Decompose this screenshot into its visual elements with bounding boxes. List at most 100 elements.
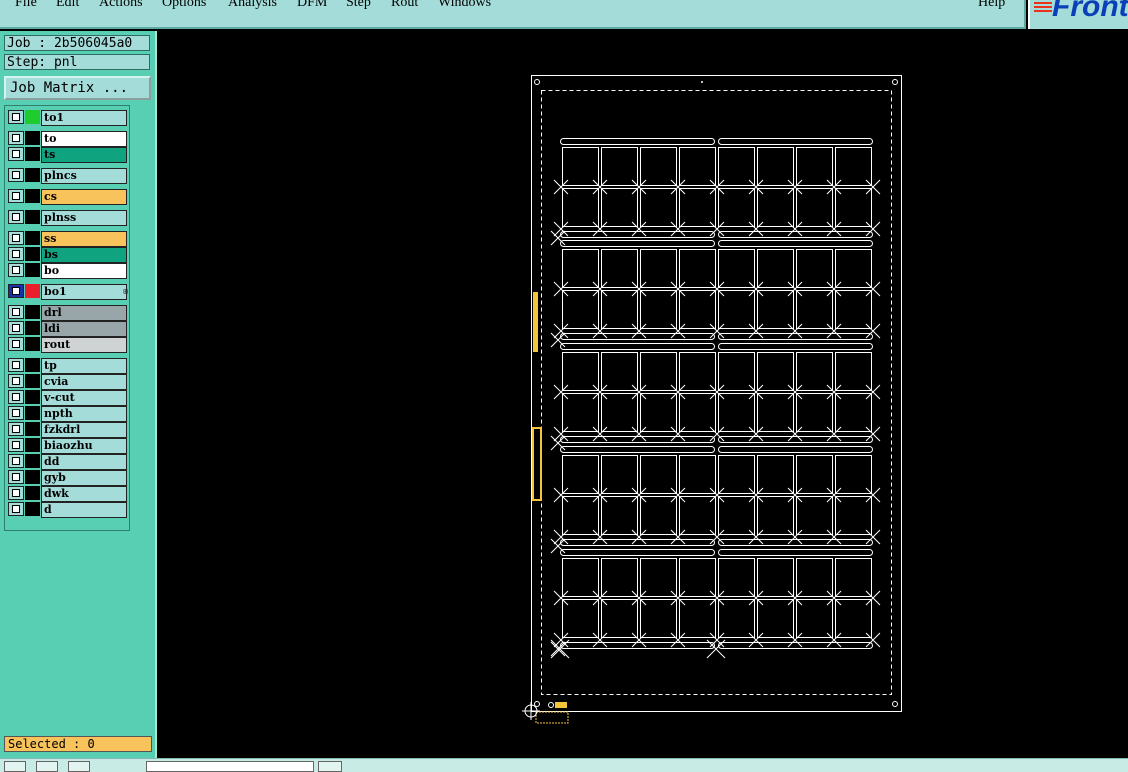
- layer-color-swatch[interactable]: [25, 168, 40, 182]
- layer-checkbox[interactable]: [8, 390, 24, 404]
- menu-edit[interactable]: Edit: [56, 0, 79, 11]
- layer-checkbox[interactable]: [8, 374, 24, 388]
- layer-checkbox[interactable]: [8, 284, 24, 298]
- layer-color-swatch[interactable]: [25, 337, 40, 351]
- layer-row-v-cut[interactable]: v-cut: [7, 390, 127, 406]
- layer-color-swatch[interactable]: [25, 231, 40, 245]
- layer-checkbox[interactable]: [8, 422, 24, 436]
- layer-name[interactable]: plnss: [41, 210, 127, 226]
- layer-color-swatch[interactable]: [25, 321, 40, 335]
- layer-checkbox[interactable]: [8, 131, 24, 145]
- layer-name[interactable]: v-cut: [41, 390, 127, 406]
- layer-color-swatch[interactable]: [25, 390, 40, 404]
- menu-help[interactable]: Help: [978, 0, 1005, 11]
- save-icon[interactable]: [4, 761, 26, 772]
- layer-name[interactable]: tp: [41, 358, 127, 374]
- layer-row-cs[interactable]: cs: [7, 189, 127, 205]
- layer-checkbox[interactable]: [8, 454, 24, 468]
- layer-row-bo[interactable]: bo: [7, 263, 127, 279]
- layer-checkbox[interactable]: [8, 110, 24, 124]
- layer-color-swatch[interactable]: [25, 422, 40, 436]
- menu-analysis[interactable]: Analysis: [228, 0, 277, 11]
- layer-name[interactable]: npth: [41, 406, 127, 422]
- menu-step[interactable]: Step: [346, 0, 371, 11]
- layer-checkbox[interactable]: [8, 502, 24, 516]
- toggle-button[interactable]: [318, 761, 342, 772]
- layer-row-to1[interactable]: to1: [7, 110, 127, 126]
- layer-row-npth[interactable]: npth: [7, 406, 127, 422]
- layer-row-to[interactable]: to: [7, 131, 127, 147]
- layer-name[interactable]: fzkdrl: [41, 422, 127, 438]
- layer-color-swatch[interactable]: [25, 189, 40, 203]
- layer-name[interactable]: biaozhu: [41, 438, 127, 454]
- layer-name[interactable]: gyb: [41, 470, 127, 486]
- layer-row-rout[interactable]: rout: [7, 337, 127, 353]
- layer-checkbox[interactable]: [8, 486, 24, 500]
- redo-icon[interactable]: [68, 761, 90, 772]
- layer-name[interactable]: bo1: [41, 284, 127, 300]
- layer-checkbox[interactable]: [8, 263, 24, 277]
- layer-color-swatch[interactable]: [25, 147, 40, 161]
- layer-name[interactable]: dd: [41, 454, 127, 470]
- layer-name[interactable]: ts: [41, 147, 127, 163]
- layer-row-ts[interactable]: ts: [7, 147, 127, 163]
- layer-color-swatch[interactable]: [25, 263, 40, 277]
- layer-name[interactable]: bo: [41, 263, 127, 279]
- layer-row-d[interactable]: d: [7, 502, 127, 518]
- layer-row-plncs[interactable]: plncs: [7, 168, 127, 184]
- layer-row-dwk[interactable]: dwk: [7, 486, 127, 502]
- layer-color-swatch[interactable]: [25, 284, 40, 298]
- layer-checkbox[interactable]: [8, 337, 24, 351]
- menu-windows[interactable]: Windows: [438, 0, 491, 11]
- command-field[interactable]: [146, 761, 314, 772]
- layer-color-swatch[interactable]: [25, 470, 40, 484]
- layer-name[interactable]: cs: [41, 189, 127, 205]
- layer-checkbox[interactable]: [8, 358, 24, 372]
- layer-name[interactable]: cvia: [41, 374, 127, 390]
- layer-row-fzkdrl[interactable]: fzkdrl: [7, 422, 127, 438]
- job-matrix-button[interactable]: Job Matrix ...: [4, 76, 151, 100]
- layer-row-tp[interactable]: tp: [7, 358, 127, 374]
- layer-name[interactable]: ss: [41, 231, 127, 247]
- layer-color-swatch[interactable]: [25, 247, 40, 261]
- menu-dfm[interactable]: DFM: [297, 0, 327, 11]
- layer-row-biaozhu[interactable]: biaozhu: [7, 438, 127, 454]
- menu-options[interactable]: Options: [162, 0, 206, 11]
- layer-row-cvia[interactable]: cvia: [7, 374, 127, 390]
- layer-checkbox[interactable]: [8, 470, 24, 484]
- layer-row-ldi[interactable]: ldi: [7, 321, 127, 337]
- layer-checkbox[interactable]: [8, 168, 24, 182]
- layer-color-swatch[interactable]: [25, 502, 40, 516]
- layer-name[interactable]: drl: [41, 305, 127, 321]
- layer-color-swatch[interactable]: [25, 131, 40, 145]
- layer-checkbox[interactable]: [8, 210, 24, 224]
- layer-row-dd[interactable]: dd: [7, 454, 127, 470]
- layer-checkbox[interactable]: [8, 321, 24, 335]
- layer-name[interactable]: to: [41, 131, 127, 147]
- layer-row-ss[interactable]: ss: [7, 231, 127, 247]
- layer-color-swatch[interactable]: [25, 374, 40, 388]
- layer-name[interactable]: plncs: [41, 168, 127, 184]
- layer-row-gyb[interactable]: gyb: [7, 470, 127, 486]
- layer-checkbox[interactable]: [8, 147, 24, 161]
- layer-checkbox[interactable]: [8, 189, 24, 203]
- layer-checkbox[interactable]: [8, 406, 24, 420]
- layer-color-swatch[interactable]: [25, 486, 40, 500]
- layer-color-swatch[interactable]: [25, 406, 40, 420]
- layer-checkbox[interactable]: [8, 438, 24, 452]
- menu-actions[interactable]: Actions: [99, 0, 143, 11]
- layer-row-drl[interactable]: drl: [7, 305, 127, 321]
- layer-color-swatch[interactable]: [25, 305, 40, 319]
- layer-color-swatch[interactable]: [25, 358, 40, 372]
- layer-name[interactable]: dwk: [41, 486, 127, 502]
- menu-file[interactable]: File: [15, 0, 37, 11]
- layer-row-bo1[interactable]: bo1 ⊞: [7, 284, 128, 300]
- layer-name[interactable]: d: [41, 502, 127, 518]
- graphic-canvas[interactable]: [157, 31, 1128, 758]
- layer-name[interactable]: ldi: [41, 321, 127, 337]
- layer-name[interactable]: bs: [41, 247, 127, 263]
- layer-name[interactable]: rout: [41, 337, 127, 353]
- layer-color-swatch[interactable]: [25, 210, 40, 224]
- layer-name[interactable]: to1: [41, 110, 127, 126]
- layer-color-swatch[interactable]: [25, 438, 40, 452]
